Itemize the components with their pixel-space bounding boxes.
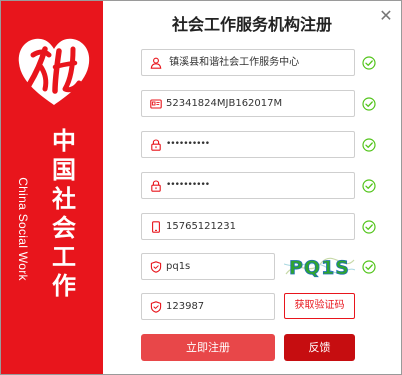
id-card-icon	[150, 99, 162, 109]
valid-check-icon	[362, 97, 376, 111]
confirm-password-input[interactable]: ••••••••••	[141, 172, 355, 199]
shield-icon	[150, 261, 162, 273]
brand-english-name: China Social Work	[16, 177, 30, 281]
close-icon[interactable]: ✕	[375, 5, 397, 27]
user-icon	[150, 57, 162, 69]
captcha-value: pq1s	[166, 261, 191, 272]
lock-icon	[151, 180, 161, 192]
sms-code-input[interactable]: 123987	[141, 293, 275, 320]
valid-check-icon	[362, 220, 376, 234]
organization-name-input[interactable]: 镇溪县和谐社会工作服务中心	[141, 49, 355, 76]
social-work-logo	[18, 38, 90, 105]
valid-check-icon	[362, 138, 376, 152]
password-value: ••••••••••	[166, 139, 210, 149]
phone-value: 15765121231	[166, 221, 236, 232]
captcha-image[interactable]: PQ1S	[284, 252, 355, 281]
captcha-input[interactable]: pq1s	[141, 253, 275, 280]
valid-check-icon	[362, 260, 376, 274]
credit-code-input[interactable]: 52341824MJB162017M	[141, 90, 355, 117]
phone-icon	[152, 221, 160, 233]
credit-code-value: 52341824MJB162017M	[166, 98, 283, 109]
shield-icon	[150, 301, 162, 313]
confirm-password-value: ••••••••••	[166, 180, 210, 190]
valid-check-icon	[362, 56, 376, 70]
page-title: 社会工作服务机构注册	[171, 15, 332, 34]
get-code-button[interactable]: 获取验证码	[284, 293, 355, 319]
register-button[interactable]: 立即注册	[141, 334, 275, 361]
sms-code-value: 123987	[166, 301, 205, 312]
brand-panel: 中国社会工作 China Social Work	[1, 1, 103, 374]
brand-chinese-name: 中国社会工作	[52, 127, 76, 300]
valid-check-icon	[362, 179, 376, 193]
captcha-text: PQ1S	[289, 257, 350, 279]
feedback-button[interactable]: 反馈	[284, 334, 355, 361]
password-input[interactable]: ••••••••••	[141, 131, 355, 158]
organization-name-value: 镇溪县和谐社会工作服务中心	[166, 57, 300, 68]
phone-input[interactable]: 15765121231	[141, 213, 355, 240]
registration-window: 中国社会工作 China Social Work 社会工作服务机构注册 ✕ 镇溪…	[0, 0, 402, 375]
lock-icon	[151, 139, 161, 151]
